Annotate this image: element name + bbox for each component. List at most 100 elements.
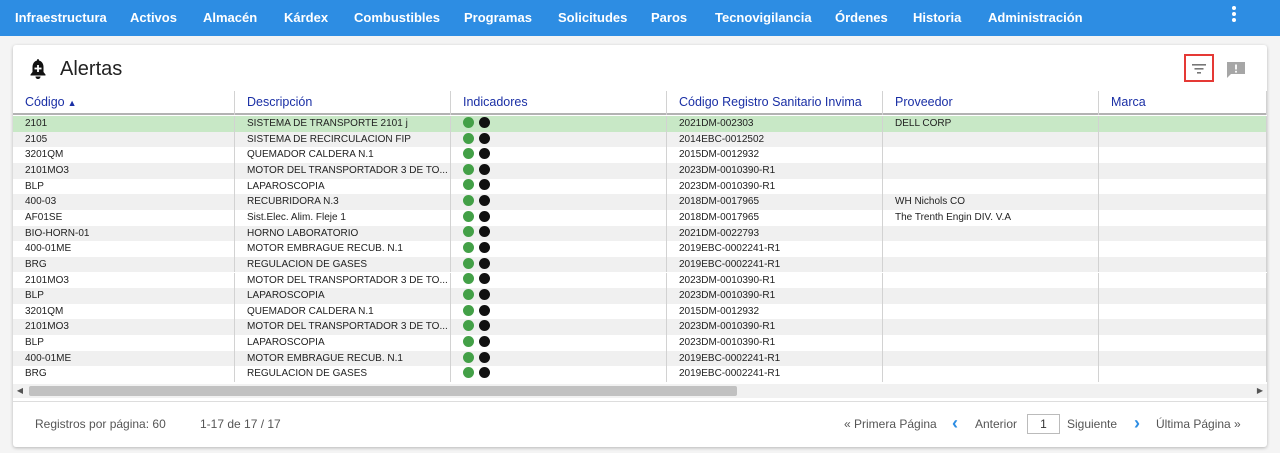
- column-header[interactable]: Descripción: [235, 91, 451, 115]
- cell-proveedor: [883, 241, 1099, 257]
- record-range: 1-17 de 17 / 17: [200, 417, 281, 431]
- cell-proveedor: [883, 303, 1099, 320]
- status-green-icon: [463, 351, 474, 363]
- status-green-icon: [463, 148, 474, 160]
- cell-marca: [1099, 194, 1267, 210]
- cell-descripcion: LAPAROSCOPIA: [235, 288, 451, 304]
- nav-item[interactable]: Infraestructura: [15, 0, 107, 36]
- cell-descripcion: MOTOR EMBRAGUE RECUB. N.1: [235, 241, 451, 257]
- table-row[interactable]: 400-03 RECUBRIDORA N.3 2018DM-0017965 WH Ni…: [13, 194, 1267, 210]
- page-title: Alertas: [60, 58, 123, 80]
- nav-item[interactable]: Órdenes: [835, 0, 888, 36]
- nav-item[interactable]: Paros: [651, 0, 687, 36]
- table-row[interactable]: BIO-HORN-01 HORNO LABORATORIO 2021DM-00227…: [13, 225, 1267, 242]
- next-link[interactable]: Siguiente: [1067, 417, 1117, 431]
- cell-registro: 2023DM-0010390-R1: [667, 288, 883, 304]
- cell-registro: 2018DM-0017965: [667, 194, 883, 210]
- column-header[interactable]: Marca: [1099, 91, 1267, 115]
- nav-item[interactable]: Programas: [464, 0, 532, 36]
- column-header[interactable]: Código ▲: [13, 91, 235, 115]
- scroll-right-icon[interactable]: ▶: [1253, 384, 1267, 398]
- table-row[interactable]: 2101MO3 MOTOR DEL TRANSPORTADOR 3 DE TO..…: [13, 162, 1267, 179]
- cell-proveedor: [883, 162, 1099, 179]
- column-header[interactable]: Indicadores: [451, 91, 667, 115]
- cell-proveedor: [883, 178, 1099, 195]
- table-row[interactable]: 2101MO3 MOTOR DEL TRANSPORTADOR 3 DE TO..…: [13, 319, 1267, 336]
- column-header[interactable]: Código Registro Sanitario Invima: [667, 91, 883, 115]
- bell-icon: [30, 59, 46, 79]
- cell-proveedor: [883, 350, 1099, 367]
- nav-item[interactable]: Activos: [130, 0, 177, 36]
- cell-indicadores: [451, 241, 667, 257]
- cell-codigo: 2101MO3: [13, 272, 235, 289]
- alerts-card: Alertas Código ▲ Descripción Indicadores Cód…: [13, 45, 1267, 447]
- horizontal-scrollbar[interactable]: ◀ ▶: [13, 384, 1267, 398]
- table-row[interactable]: 3201QM QUEMADOR CALDERA N.1 2015DM-0012932: [13, 303, 1267, 320]
- chevron-left-icon[interactable]: ‹: [952, 413, 958, 433]
- cell-descripcion: REGULACION DE GASES: [235, 256, 451, 273]
- cell-registro: 2023DM-0010390-R1: [667, 272, 883, 289]
- status-black-icon: [479, 289, 490, 300]
- cell-registro: 2015DM-0012932: [667, 147, 883, 163]
- cell-codigo: 400-01ME: [13, 350, 235, 367]
- table-row[interactable]: BLP LAPAROSCOPIA 2023DM-0010390-R1: [13, 178, 1267, 195]
- feedback-icon[interactable]: [1226, 61, 1246, 79]
- cell-registro: 2023DM-0010390-R1: [667, 335, 883, 351]
- cell-codigo: BRG: [13, 366, 235, 383]
- status-black-icon: [479, 195, 490, 207]
- cell-proveedor: [883, 256, 1099, 273]
- status-black-icon: [479, 351, 490, 363]
- nav-item[interactable]: Combustibles: [354, 0, 440, 36]
- nav-item[interactable]: Administración: [988, 0, 1083, 36]
- cell-registro: 2023DM-0010390-R1: [667, 178, 883, 195]
- cell-codigo: 3201QM: [13, 303, 235, 320]
- status-green-icon: [463, 273, 474, 285]
- table-row[interactable]: 400-01ME MOTOR EMBRAGUE RECUB. N.1 2019EBC…: [13, 350, 1267, 367]
- filter-button[interactable]: [1184, 54, 1214, 82]
- table-row[interactable]: BLP LAPAROSCOPIA 2023DM-0010390-R1: [13, 335, 1267, 351]
- nav-item[interactable]: Historia: [913, 0, 961, 36]
- cell-proveedor: DELL CORP: [883, 116, 1099, 132]
- cell-indicadores: [451, 366, 667, 383]
- cell-marca: [1099, 350, 1267, 367]
- status-black-icon: [479, 304, 490, 316]
- nav-item[interactable]: Kárdex: [284, 0, 328, 36]
- previous-link[interactable]: Anterior: [975, 417, 1017, 431]
- chevron-right-icon[interactable]: ›: [1134, 413, 1140, 433]
- last-page-link[interactable]: Última Página »: [1156, 417, 1241, 431]
- cell-descripcion: RECUBRIDORA N.3: [235, 194, 451, 210]
- cell-proveedor: [883, 288, 1099, 304]
- page-number-input[interactable]: [1027, 414, 1060, 434]
- table-row[interactable]: 2105 SISTEMA DE RECIRCULACION FIP 2014EBC-…: [13, 131, 1267, 148]
- table-row[interactable]: 3201QM QUEMADOR CALDERA N.1 2015DM-0012932: [13, 147, 1267, 163]
- cell-marca: [1099, 178, 1267, 195]
- first-page-link[interactable]: « Primera Página: [844, 417, 937, 431]
- cell-indicadores: [451, 319, 667, 336]
- more-vert-icon[interactable]: [1226, 5, 1242, 27]
- table-row[interactable]: BLP LAPAROSCOPIA 2023DM-0010390-R1: [13, 288, 1267, 304]
- sort-ascending-icon[interactable]: ▲: [68, 98, 77, 108]
- column-header-label: Descripción: [247, 95, 313, 109]
- table-row[interactable]: 2101 SISTEMA DE TRANSPORTE 2101 j 2021DM-0…: [13, 116, 1267, 132]
- table-row[interactable]: 2101MO3 MOTOR DEL TRANSPORTADOR 3 DE TO..…: [13, 272, 1267, 289]
- table-row[interactable]: BRG REGULACION DE GASES 2019EBC-0002241-R1: [13, 256, 1267, 273]
- status-green-icon: [463, 163, 474, 175]
- nav-item[interactable]: Almacén: [203, 0, 257, 36]
- cell-indicadores: [451, 256, 667, 273]
- scrollbar-thumb[interactable]: [29, 386, 737, 396]
- column-header[interactable]: Proveedor: [883, 91, 1099, 115]
- table-row[interactable]: BRG REGULACION DE GASES 2019EBC-0002241-R1: [13, 366, 1267, 383]
- nav-item[interactable]: Tecnovigilancia: [715, 0, 812, 36]
- status-black-icon: [479, 116, 490, 128]
- table-row[interactable]: 400-01ME MOTOR EMBRAGUE RECUB. N.1 2019EBC…: [13, 241, 1267, 257]
- cell-indicadores: [451, 350, 667, 367]
- cell-marca: [1099, 162, 1267, 179]
- table-row[interactable]: AF01SE Sist.Elec. Alim. Fleje 1 2018DM-001…: [13, 209, 1267, 226]
- status-green-icon: [463, 132, 474, 144]
- nav-item[interactable]: Solicitudes: [558, 0, 627, 36]
- status-black-icon: [479, 163, 490, 175]
- cell-registro: 2021DM-0022793: [667, 225, 883, 242]
- cell-registro: 2014EBC-0012502: [667, 131, 883, 148]
- scroll-left-icon[interactable]: ◀: [13, 384, 27, 398]
- cell-marca: [1099, 147, 1267, 163]
